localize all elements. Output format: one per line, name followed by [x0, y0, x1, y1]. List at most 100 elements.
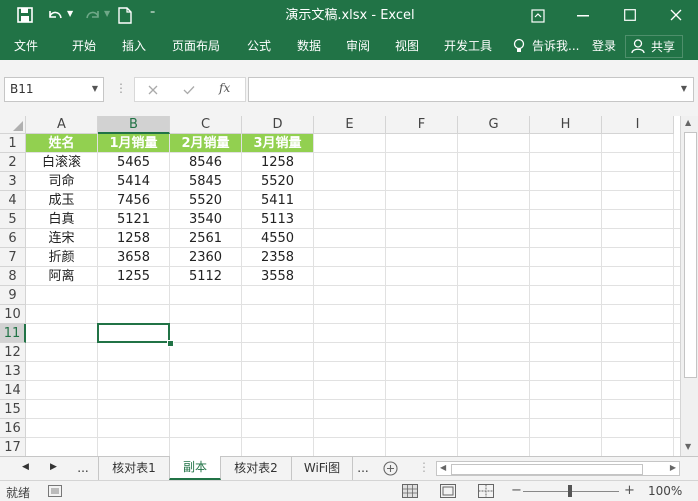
tab-view[interactable]: 视图 — [395, 32, 419, 60]
header-cell[interactable]: 2月销量 — [170, 134, 241, 152]
row-header-7[interactable]: 7 — [0, 248, 26, 267]
sales-cell[interactable]: 7456 — [98, 191, 169, 210]
sales-cell[interactable]: 5414 — [98, 172, 169, 191]
cancel-entry-icon[interactable] — [148, 85, 158, 95]
sheet-tab-3[interactable]: 核对表2 — [221, 457, 292, 480]
sales-cell[interactable]: 5520 — [242, 172, 313, 191]
fill-handle[interactable] — [167, 340, 174, 347]
row-header-13[interactable]: 13 — [0, 362, 26, 381]
zoom-level[interactable]: 100% — [648, 484, 682, 498]
row-header-14[interactable]: 14 — [0, 381, 26, 400]
sales-cell[interactable]: 5845 — [170, 172, 241, 191]
name-cell[interactable]: 折颜 — [26, 248, 97, 267]
page-layout-view-icon[interactable] — [440, 484, 456, 498]
column-header-d[interactable]: D — [242, 116, 314, 134]
sales-cell[interactable]: 3558 — [242, 267, 313, 286]
sheet-tab-1[interactable]: 核对表1 — [98, 457, 169, 480]
sheet-scroll-left-icon[interactable]: ◀ — [22, 462, 29, 472]
maximize-icon[interactable] — [624, 9, 636, 21]
worksheet-grid[interactable]: A B C D E F G H I 1 2 3 4 5 6 7 8 9 10 11 12 13 14 15 16 17 姓名 1月销量… — [0, 116, 698, 456]
normal-view-icon[interactable] — [402, 484, 418, 498]
column-header-a[interactable]: A — [26, 116, 98, 134]
login-link[interactable]: 登录 — [592, 32, 616, 60]
name-cell[interactable]: 阿离 — [26, 267, 97, 286]
tab-formulas[interactable]: 公式 — [247, 32, 271, 60]
row-header-1[interactable]: 1 — [0, 134, 26, 153]
name-box-dropdown-icon[interactable]: ▼ — [92, 84, 98, 93]
name-cell[interactable]: 连宋 — [26, 229, 97, 248]
zoom-out-icon[interactable]: − — [511, 483, 522, 498]
horizontal-scroll-thumb[interactable] — [451, 464, 643, 475]
sales-cell[interactable]: 2561 — [170, 229, 241, 248]
share-button[interactable]: 共享 — [625, 35, 683, 58]
sales-cell[interactable]: 5520 — [170, 191, 241, 210]
save-icon[interactable] — [17, 7, 33, 23]
new-sheet-icon[interactable] — [383, 461, 398, 476]
sales-cell[interactable]: 8546 — [170, 153, 241, 172]
sales-cell[interactable]: 5411 — [242, 191, 313, 210]
header-cell[interactable]: 3月销量 — [242, 134, 313, 152]
sales-cell[interactable]: 3540 — [170, 210, 241, 229]
customize-toolbar-icon[interactable]: ⁼ — [150, 9, 155, 20]
name-box[interactable]: B11 ▼ — [4, 77, 104, 102]
sales-cell[interactable]: 2358 — [242, 248, 313, 267]
scroll-left-icon[interactable]: ◀ — [440, 463, 446, 472]
tell-me-search[interactable]: 告诉我... — [532, 32, 579, 60]
confirm-entry-icon[interactable] — [183, 85, 195, 95]
name-cell[interactable]: 白滚滚 — [26, 153, 97, 172]
page-break-view-icon[interactable] — [478, 484, 494, 498]
tab-data[interactable]: 数据 — [297, 32, 321, 60]
active-cell-selection[interactable] — [97, 323, 170, 343]
row-header-16[interactable]: 16 — [0, 419, 26, 438]
sheet-tab-4[interactable]: WiFi图 — [292, 457, 353, 480]
scroll-right-icon[interactable]: ▶ — [670, 463, 676, 472]
name-cell[interactable]: 成玉 — [26, 191, 97, 210]
close-icon[interactable] — [670, 9, 682, 21]
new-file-icon[interactable] — [118, 7, 132, 24]
row-header-12[interactable]: 12 — [0, 343, 26, 362]
column-header-g[interactable]: G — [458, 116, 530, 134]
tab-file[interactable]: 文件 — [14, 32, 38, 60]
select-all-corner[interactable] — [0, 116, 26, 134]
name-cell[interactable]: 白真 — [26, 210, 97, 229]
macro-record-icon[interactable] — [48, 485, 62, 497]
ribbon-display-options-icon[interactable] — [531, 9, 545, 23]
horizontal-scrollbar[interactable]: ◀ ▶ — [436, 461, 680, 476]
column-header-c[interactable]: C — [170, 116, 242, 134]
sales-cell[interactable]: 5112 — [170, 267, 241, 286]
row-header-8[interactable]: 8 — [0, 267, 26, 286]
column-header-i[interactable]: I — [602, 116, 674, 134]
zoom-slider-thumb[interactable] — [568, 485, 572, 497]
undo-dropdown-icon[interactable]: ▼ — [67, 9, 73, 18]
sales-cell[interactable]: 3658 — [98, 248, 169, 267]
tab-insert[interactable]: 插入 — [122, 32, 146, 60]
zoom-in-icon[interactable]: + — [624, 483, 635, 498]
expand-formula-bar-icon[interactable]: ▼ — [681, 84, 687, 93]
column-header-f[interactable]: F — [386, 116, 458, 134]
minimize-icon[interactable] — [577, 15, 589, 17]
sheet-more-right[interactable]: ... — [354, 457, 372, 480]
row-header-5[interactable]: 5 — [0, 210, 26, 229]
header-cell[interactable]: 姓名 — [26, 134, 97, 152]
column-header-b[interactable]: B — [98, 116, 170, 134]
sales-cell[interactable]: 1258 — [98, 229, 169, 248]
tab-split-grip-icon[interactable]: ⋮ — [418, 460, 430, 474]
sales-cell[interactable]: 5121 — [98, 210, 169, 229]
vertical-scrollbar[interactable]: ▲ ▼ — [680, 116, 698, 456]
row-header-2[interactable]: 2 — [0, 153, 26, 172]
vertical-scroll-thumb[interactable] — [684, 132, 697, 378]
sales-cell[interactable]: 4550 — [242, 229, 313, 248]
sheet-more-left[interactable]: ... — [74, 457, 92, 480]
header-cell[interactable]: 1月销量 — [98, 134, 169, 152]
name-cell[interactable]: 司命 — [26, 172, 97, 191]
scroll-down-icon[interactable]: ▼ — [685, 442, 691, 451]
row-header-15[interactable]: 15 — [0, 400, 26, 419]
row-header-11[interactable]: 11 — [0, 324, 26, 343]
tab-page-layout[interactable]: 页面布局 — [172, 32, 220, 60]
row-header-4[interactable]: 4 — [0, 191, 26, 210]
insert-function-icon[interactable]: fx — [219, 81, 230, 95]
row-header-9[interactable]: 9 — [0, 286, 26, 305]
sheet-scroll-right-icon[interactable]: ▶ — [50, 462, 57, 472]
sales-cell[interactable]: 5465 — [98, 153, 169, 172]
sheet-tab-active[interactable]: 副本 — [169, 456, 221, 480]
